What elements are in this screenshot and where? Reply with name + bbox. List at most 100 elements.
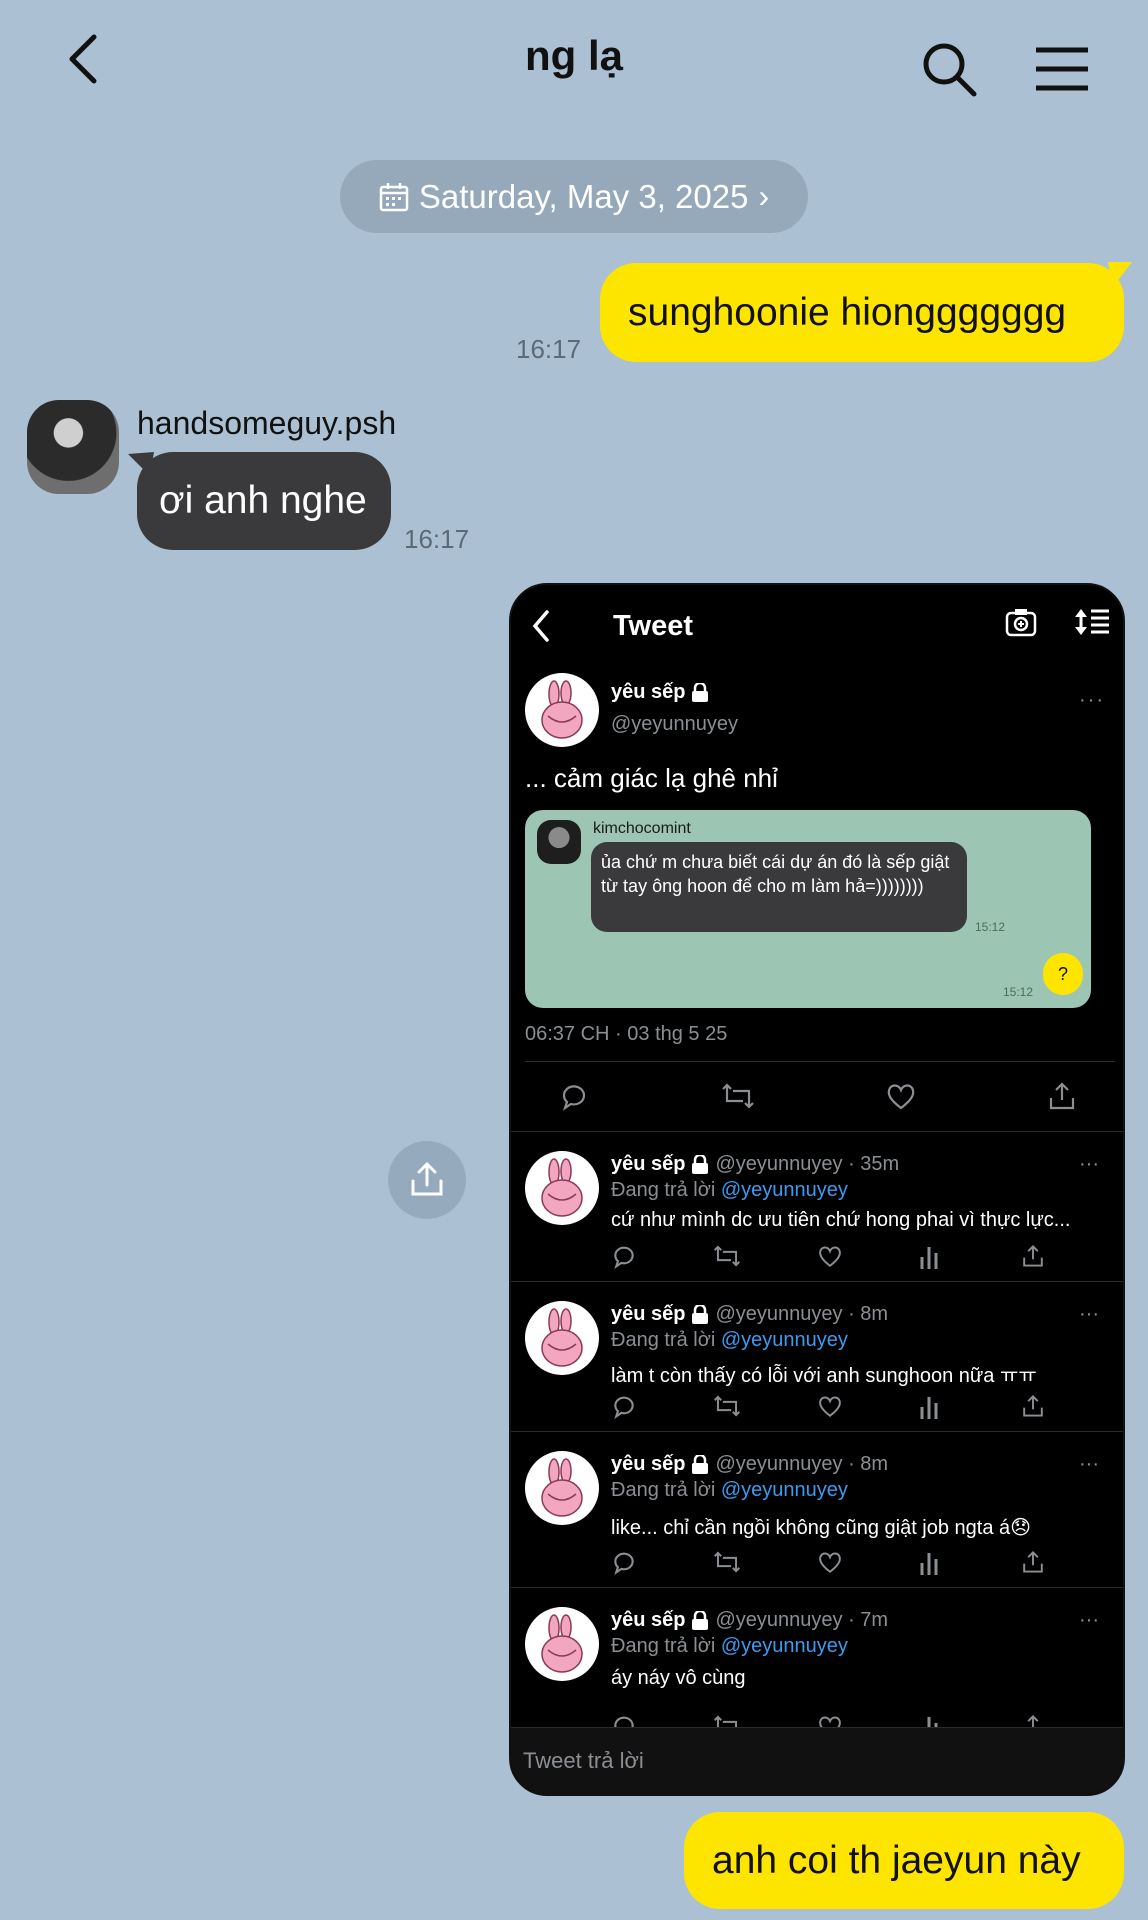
- reply-icon[interactable]: [611, 1393, 637, 1419]
- like-icon[interactable]: [817, 1243, 843, 1269]
- message-time: 16:17: [516, 334, 582, 364]
- my-message-bubble[interactable]: anh coi th jaeyun này: [684, 1812, 1124, 1909]
- bubble-tail: [1108, 262, 1132, 288]
- reply-avatar: [525, 1607, 599, 1681]
- lock-icon: [692, 1454, 709, 1474]
- replying-prefix: Đang trả lời: [611, 1329, 716, 1351]
- retweet-icon[interactable]: [713, 1243, 741, 1269]
- message-text: sunghoonie hionggggggg: [628, 290, 1067, 334]
- share-icon[interactable]: [1021, 1243, 1045, 1269]
- replying-prefix: Đang trả lời: [611, 1479, 716, 1501]
- author-name: yêu sếp: [611, 681, 686, 703]
- replying-prefix: Đang trả lời: [611, 1635, 716, 1657]
- share-icon[interactable]: [1021, 1549, 1045, 1575]
- camera-icon: [1005, 609, 1037, 637]
- replying-to[interactable]: @yeyunnuyey: [721, 1179, 848, 1201]
- embed-sender: kimchocomint: [593, 820, 691, 837]
- reply-avatar: [525, 1151, 599, 1225]
- reply-avatar: [525, 1301, 599, 1375]
- share-icon[interactable]: [1021, 1393, 1045, 1419]
- reply-item[interactable]: yêu sếp @yeyunnuyey · 8m ··· Đang trả lờ…: [511, 1281, 1123, 1431]
- reply-actions: [611, 1393, 1091, 1419]
- replying-to[interactable]: @yeyunnuyey: [721, 1479, 848, 1501]
- retweet-icon[interactable]: [713, 1393, 741, 1419]
- analytics-icon[interactable]: [919, 1549, 943, 1575]
- tweet-timestamp: 06:37 CH · 03 thg 5 25: [525, 1023, 728, 1045]
- reply-icon[interactable]: [611, 1243, 637, 1269]
- more-icon[interactable]: ···: [1079, 1453, 1099, 1476]
- tweet-header: Tweet: [511, 585, 1123, 665]
- pink-bunny-icon: [541, 1614, 583, 1673]
- shared-screenshot[interactable]: Tweet yêu sếp @yeyunnuyey ··· ... cảm gi…: [509, 583, 1125, 1796]
- share-icon[interactable]: [1047, 1081, 1077, 1111]
- reply-avatar: [525, 1451, 599, 1525]
- reply-icon[interactable]: [559, 1081, 589, 1111]
- search-icon: [923, 43, 977, 97]
- replying-to[interactable]: @yeyunnuyey: [721, 1329, 848, 1351]
- reply-item[interactable]: yêu sếp @yeyunnuyey · 35m ··· Đang trả l…: [511, 1131, 1123, 1281]
- lock-icon: [692, 1610, 709, 1630]
- tweet-text: ... cảm giác lạ ghê nhỉ: [525, 763, 778, 793]
- compose-placeholder: Tweet trả lời: [523, 1748, 644, 1773]
- reply-actions: [611, 1549, 1091, 1575]
- pink-bunny-icon: [541, 1458, 583, 1517]
- reply-handle: @yeyunnuyey · 8m: [715, 1453, 889, 1475]
- hamburger-menu-icon: [1036, 47, 1088, 91]
- their-message-bubble[interactable]: ơi anh nghe: [137, 452, 391, 550]
- more-icon[interactable]: ···: [1079, 1153, 1099, 1176]
- reply-text: áy náy vô cùng: [611, 1667, 746, 1689]
- reply-actions: [611, 1243, 1091, 1269]
- replying-to[interactable]: @yeyunnuyey: [721, 1635, 848, 1657]
- lock-icon: [692, 1154, 709, 1174]
- reply-handle: @yeyunnuyey · 8m: [715, 1303, 889, 1325]
- search-button[interactable]: [920, 40, 980, 100]
- share-icon: [411, 1162, 443, 1196]
- embed-message: ủa chứ m chưa biết cái dự án đó là sếp g…: [591, 842, 967, 932]
- pink-bunny-icon: [541, 1308, 583, 1367]
- reply-name: yêu sếp: [611, 1609, 686, 1631]
- embed-avatar: [537, 820, 581, 864]
- message-text: anh coi th jaeyun này: [712, 1838, 1081, 1882]
- tweet-image[interactable]: kimchocomint ủa chứ m chưa biết cái dự á…: [525, 810, 1091, 1008]
- sender-name: handsomeguy.psh: [137, 405, 397, 441]
- more-icon[interactable]: ···: [1079, 1303, 1099, 1326]
- lock-icon: [692, 682, 709, 702]
- like-icon[interactable]: [817, 1393, 843, 1419]
- replying-prefix: Đang trả lời: [611, 1179, 716, 1201]
- back-icon: [532, 610, 549, 642]
- embed-reply-time: 15:12: [1003, 985, 1034, 999]
- more-icon[interactable]: ···: [1079, 1609, 1099, 1632]
- more-icon[interactable]: ···: [1079, 689, 1105, 712]
- pink-bunny-icon: [541, 680, 583, 739]
- reply-compose-bar[interactable]: Tweet trả lời: [511, 1727, 1123, 1794]
- reply-name: yêu sếp: [611, 1303, 686, 1325]
- reply-item[interactable]: yêu sếp @yeyunnuyey · 7m ··· Đang trả lờ…: [511, 1587, 1123, 1739]
- reply-name: yêu sếp: [611, 1153, 686, 1175]
- lock-icon: [692, 1304, 709, 1324]
- reply-text: làm t còn thấy có lỗi với anh sunghoon n…: [611, 1365, 1037, 1387]
- reply-icon[interactable]: [611, 1549, 637, 1575]
- author-avatar[interactable]: [525, 673, 599, 747]
- message-time: 16:17: [404, 524, 470, 554]
- analytics-icon[interactable]: [919, 1393, 943, 1419]
- share-button[interactable]: [388, 1141, 466, 1219]
- author-handle: @yeyunnuyey: [611, 713, 739, 735]
- chevron-right-icon: ›: [758, 178, 770, 214]
- calendar-icon: [379, 182, 409, 211]
- like-icon[interactable]: [817, 1549, 843, 1575]
- like-icon[interactable]: [885, 1081, 917, 1111]
- date-pill[interactable]: Saturday, May 3, 2025 ›: [340, 160, 808, 233]
- reply-item[interactable]: yêu sếp @yeyunnuyey · 8m ··· Đang trả lờ…: [511, 1431, 1123, 1587]
- date-label: Saturday, May 3, 2025: [418, 177, 749, 215]
- retweet-icon[interactable]: [721, 1081, 755, 1111]
- pink-bunny-icon: [541, 1158, 583, 1217]
- analytics-icon[interactable]: [919, 1243, 943, 1269]
- menu-button[interactable]: [1032, 44, 1092, 94]
- retweet-icon[interactable]: [713, 1549, 741, 1575]
- embed-reply: ?: [1043, 953, 1083, 995]
- tweet-title: Tweet: [613, 610, 694, 642]
- reply-text: cứ như mình dc ưu tiên chứ hong phai vì …: [611, 1209, 1071, 1231]
- avatar[interactable]: [27, 400, 119, 494]
- my-message-bubble[interactable]: sunghoonie hionggggggg: [600, 263, 1124, 362]
- tweet-actions: [511, 1081, 1123, 1121]
